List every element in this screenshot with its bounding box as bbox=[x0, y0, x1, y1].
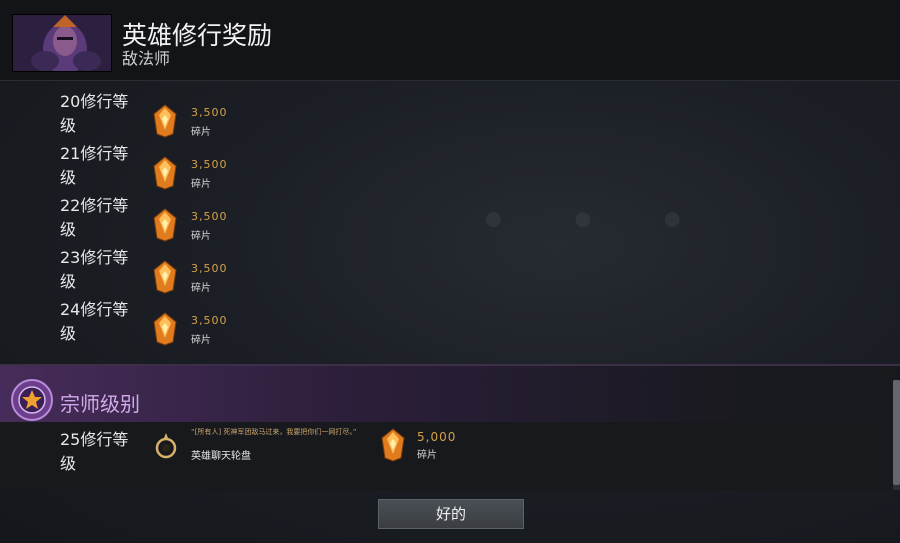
chat-wheel-icon bbox=[155, 433, 177, 459]
shard-amount: 5,000 bbox=[417, 430, 457, 444]
chat-wheel-quote: “[所有人] 死神军团敌马过来，我要把你们一网打尽。” bbox=[191, 428, 357, 436]
orange-shard-icon bbox=[153, 156, 177, 190]
scrollbar-thumb[interactable] bbox=[893, 380, 900, 485]
orange-shard-icon bbox=[381, 428, 405, 462]
reward-row: 20修行等级 3,500 碎片 bbox=[0, 90, 400, 142]
grandmaster-section: 宗师级别 25修行等级 “[所有人] 死神军团敌马过来，我要把你们一网打尽。” … bbox=[0, 364, 900, 491]
shard-unit: 碎片 bbox=[191, 127, 211, 138]
grandmaster-title: 宗师级别 bbox=[60, 392, 140, 416]
shard-amount: 3,500 bbox=[191, 210, 228, 223]
level-label: 22修行等级 bbox=[60, 196, 129, 239]
shard-unit: 碎片 bbox=[417, 450, 437, 461]
orange-shard-icon bbox=[153, 104, 177, 138]
orange-shard-icon bbox=[153, 208, 177, 242]
level-label: 20修行等级 bbox=[60, 92, 129, 135]
shard-unit: 碎片 bbox=[191, 231, 211, 242]
hero-portrait bbox=[12, 14, 112, 72]
hero-name: 敌法师 bbox=[122, 49, 171, 68]
reward-row: 21修行等级 3,500 碎片 bbox=[0, 142, 400, 194]
header: 英雄修行奖励 敌法师 bbox=[0, 0, 900, 81]
orange-shard-icon bbox=[153, 260, 177, 294]
ok-button[interactable]: 好的 bbox=[378, 499, 524, 529]
chat-wheel-name: 英雄聊天轮盘 bbox=[191, 451, 251, 462]
shard-amount: 3,500 bbox=[191, 106, 228, 119]
shard-unit: 碎片 bbox=[191, 179, 211, 190]
grandmaster-badge-icon bbox=[11, 379, 53, 421]
shard-unit: 碎片 bbox=[191, 283, 211, 294]
level-label: 25修行等级 bbox=[60, 430, 129, 473]
reward-row: 24修行等级 3,500 碎片 bbox=[0, 298, 400, 350]
background-decoration: • • • bbox=[480, 196, 710, 245]
shard-amount: 3,500 bbox=[191, 262, 228, 275]
level-label: 24修行等级 bbox=[60, 300, 129, 343]
shard-amount: 3,500 bbox=[191, 158, 228, 171]
reward-row: 23修行等级 3,500 碎片 bbox=[0, 246, 400, 298]
level-label: 23修行等级 bbox=[60, 248, 129, 291]
orange-shard-icon bbox=[153, 312, 177, 346]
reward-row: 22修行等级 3,500 碎片 bbox=[0, 194, 400, 246]
shard-amount: 3,500 bbox=[191, 314, 228, 327]
level-label: 21修行等级 bbox=[60, 144, 129, 187]
shard-unit: 碎片 bbox=[191, 335, 211, 346]
